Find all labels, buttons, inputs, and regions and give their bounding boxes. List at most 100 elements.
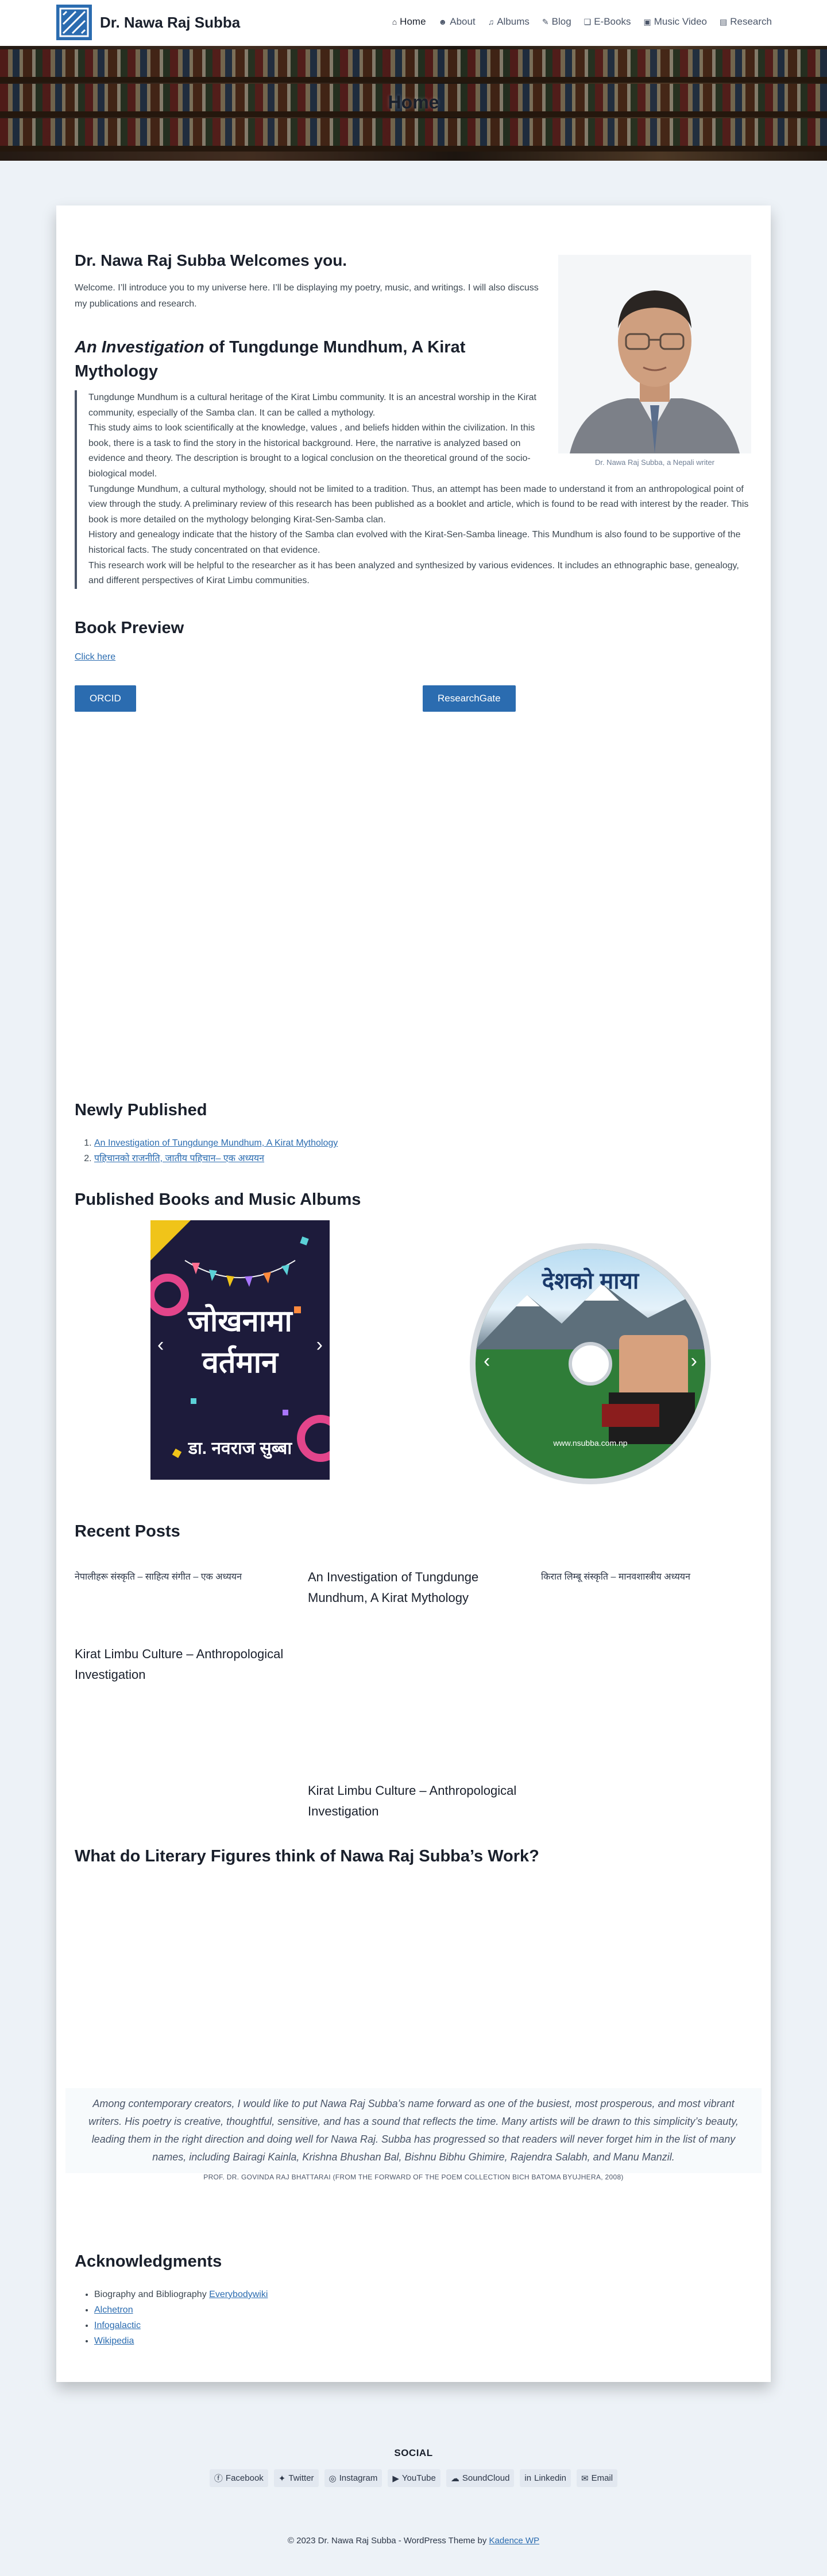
copyright: © 2023 Dr. Nawa Raj Subba - WordPress Th… — [0, 2536, 827, 2546]
recent-post-link[interactable]: An Investigation of Tungdunge Mundhum, A… — [308, 1567, 520, 1608]
hero-banner: Home — [0, 46, 827, 161]
recent-post-link[interactable]: किरात लिम्बू संस्कृति – मानवशास्त्रीय अध… — [541, 1567, 753, 1588]
hero-title: Home — [388, 92, 439, 112]
literary-figures-heading: What do Literary Figures think of Nawa R… — [75, 1847, 539, 1865]
chevron-left-icon[interactable]: ‹ — [484, 1350, 490, 1372]
soundcloud-icon: ☁ — [450, 2473, 459, 2484]
nav-about[interactable]: ☻ About — [439, 16, 476, 28]
facebook-icon: ⓕ — [214, 2474, 223, 2484]
user-icon: ☻ — [438, 17, 447, 26]
nav-label: Blog — [551, 16, 571, 27]
social-email[interactable]: ✉ Email — [577, 2469, 618, 2487]
nav-research[interactable]: ▤ Research — [720, 16, 772, 28]
instagram-icon: ◎ — [329, 2473, 337, 2484]
title-italic: An Investigation — [75, 338, 204, 356]
testimonial-citation: PROF. DR. GOVINDA RAJ BHATTARAI (FROM TH… — [203, 2173, 624, 2181]
welcome-heading: Dr. Nawa Raj Subba Welcomes you. — [75, 251, 347, 269]
twitter-icon: ✦ — [278, 2473, 286, 2484]
investigation-description: Tungdunge Mundhum is a cultural heritage… — [75, 390, 751, 589]
main-nav: ⌂ Home ☻ About ♫ Albums ✎ Blog ❑ E-Books ▣ Mus… — [392, 16, 772, 28]
ack-link[interactable]: Alchetron — [94, 2305, 133, 2315]
book-preview-link[interactable]: Click here — [75, 652, 115, 662]
social-label: Twitter — [288, 2473, 314, 2483]
social-twitter[interactable]: ✦ Twitter — [273, 2469, 319, 2487]
books-albums-heading: Published Books and Music Albums — [75, 1190, 361, 1209]
copyright-text: © 2023 Dr. Nawa Raj Subba - WordPress Th… — [287, 2536, 489, 2546]
list-item: Wikipedia — [94, 2333, 268, 2349]
published-link[interactable]: पहिचानको राजनीति, जातीय पहिचान– एक अध्यय… — [94, 1154, 264, 1163]
chevron-right-icon[interactable]: › — [691, 1350, 697, 1372]
researchgate-button[interactable]: ResearchGate — [423, 685, 516, 712]
cd-center-hole — [569, 1342, 612, 1386]
music-album-cd[interactable]: देशको माया www.nsubba.com.np ‹ › — [470, 1243, 711, 1484]
recent-post-link[interactable]: Kirat Limbu Culture – Anthropological In… — [75, 1644, 304, 1685]
social-label: Linkedin — [534, 2473, 566, 2483]
social-youtube[interactable]: ▶ YouTube — [388, 2469, 440, 2487]
orcid-button[interactable]: ORCID — [75, 685, 136, 712]
ack-link[interactable]: Everybodywiki — [209, 2290, 268, 2299]
youtube-icon: ▶ — [392, 2473, 399, 2484]
list-item: An Investigation of Tungdunge Mundhum, A… — [94, 1135, 338, 1151]
ack-prefix: Biography and Bibliography — [94, 2290, 210, 2299]
linkedin-icon: in — [524, 2473, 532, 2483]
social-facebook[interactable]: ⓕ Facebook — [209, 2469, 268, 2487]
social-label: Instagram — [339, 2473, 378, 2483]
nav-albums[interactable]: ♫ Albums — [488, 16, 530, 28]
ack-link[interactable]: Infogalactic — [94, 2321, 141, 2330]
list-item: पहिचानको राजनीति, जातीय पहिचान– एक अध्यय… — [94, 1151, 338, 1166]
cover-title: जोखनामा वर्तमान — [188, 1305, 292, 1379]
social-label: SoundCloud — [462, 2473, 510, 2483]
social-linkedin[interactable]: in Linkedin — [520, 2469, 571, 2487]
chevron-right-icon[interactable]: › — [316, 1334, 323, 1356]
recent-post-link[interactable]: नेपालीहरू संस्कृति – साहित्य संगीत – एक … — [75, 1567, 287, 1588]
published-link[interactable]: An Investigation of Tungdunge Mundhum, A… — [94, 1138, 338, 1148]
social-label: Facebook — [225, 2473, 264, 2483]
description-paragraph: This study aims to look scientifically a… — [88, 423, 535, 479]
cd-url: www.nsubba.com.np — [553, 1438, 628, 1448]
newly-published-heading: Newly Published — [75, 1101, 207, 1119]
ack-link[interactable]: Wikipedia — [94, 2336, 134, 2346]
document-icon: ▤ — [720, 17, 728, 26]
list-item: Biography and Bibliography Everybodywiki — [94, 2287, 268, 2302]
cover-author: डा. नवराज सुब्बा — [188, 1439, 292, 1458]
social-heading: SOCIAL — [394, 2447, 433, 2458]
nav-label: Albums — [497, 16, 530, 27]
site-title[interactable]: Dr. Nawa Raj Subba — [100, 14, 240, 32]
nav-ebooks[interactable]: ❑ E-Books — [584, 16, 631, 28]
cd-face: देशको माया www.nsubba.com.np ‹ › — [476, 1249, 705, 1479]
social-instagram[interactable]: ◎ Instagram — [324, 2469, 382, 2487]
nav-label: Home — [400, 16, 426, 27]
site-header: Dr. Nawa Raj Subba ⌂ Home ☻ About ♫ Albums … — [0, 0, 827, 46]
theme-credit-link[interactable]: Kadence WP — [489, 2536, 540, 2546]
book-preview-heading: Book Preview — [75, 619, 184, 637]
recent-post-link[interactable]: Kirat Limbu Culture – Anthropological In… — [308, 1780, 538, 1822]
site-logo[interactable] — [56, 5, 92, 40]
social-label: Email — [591, 2473, 613, 2483]
recent-posts-heading: Recent Posts — [75, 1522, 180, 1541]
brand[interactable]: Dr. Nawa Raj Subba — [56, 5, 240, 40]
nav-label: Research — [730, 16, 772, 27]
newly-published-list: An Investigation of Tungdunge Mundhum, A… — [94, 1135, 338, 1166]
nav-music-video[interactable]: ▣ Music Video — [643, 16, 707, 28]
description-paragraph: Tungdunge Mundhum is a cultural heritage… — [88, 393, 536, 418]
nav-label: E-Books — [594, 16, 631, 27]
acknowledgments-heading: Acknowledgments — [75, 2252, 222, 2271]
list-item: Alchetron — [94, 2302, 268, 2318]
content-card: Dr. Nawa Raj Subba Welcomes you. Welcome… — [56, 205, 771, 2382]
chevron-left-icon[interactable]: ‹ — [157, 1334, 164, 1356]
video-icon: ▣ — [643, 17, 651, 26]
testimonial-quote: Among contemporary creators, I would lik… — [65, 2088, 762, 2173]
list-item: Infogalactic — [94, 2318, 268, 2333]
acknowledgments-list: Biography and Bibliography Everybodywiki… — [94, 2287, 268, 2349]
nav-label: Music Video — [654, 16, 707, 27]
email-icon: ✉ — [581, 2473, 589, 2484]
nav-home[interactable]: ⌂ Home — [392, 16, 426, 28]
nav-blog[interactable]: ✎ Blog — [542, 16, 571, 28]
book-cover-image[interactable]: जोखनामा वर्तमान डा. नवराज सुब्बा ‹ › — [150, 1220, 330, 1480]
nav-label: About — [450, 16, 476, 27]
music-icon: ♫ — [488, 17, 494, 26]
social-label: YouTube — [401, 2473, 436, 2483]
book-icon: ❑ — [583, 17, 592, 26]
social-soundcloud[interactable]: ☁ SoundCloud — [446, 2469, 515, 2487]
investigation-title: An Investigation of Tungdunge Mundhum, A… — [75, 335, 534, 383]
